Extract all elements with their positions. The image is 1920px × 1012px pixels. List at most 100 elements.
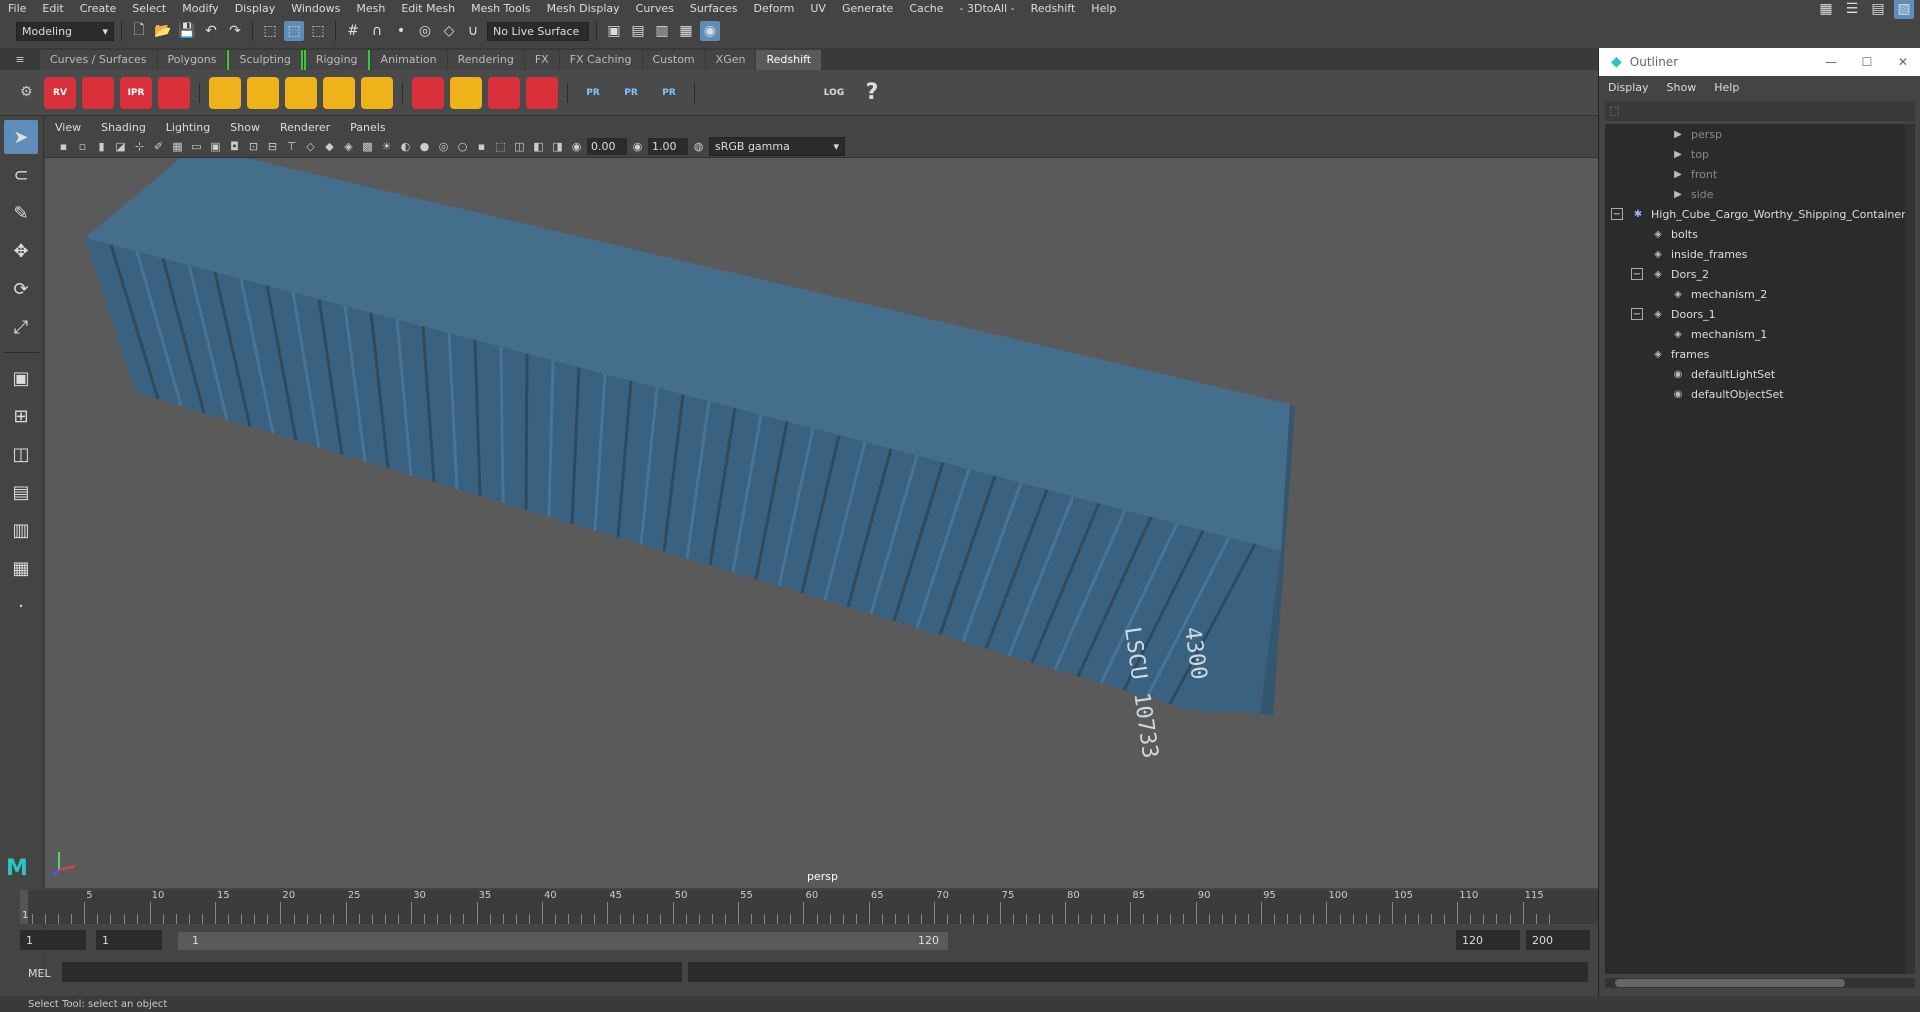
workspace-layout-icon[interactable]: ▦ [1816,0,1836,19]
rs-sphere-icon[interactable] [526,76,558,109]
spotlight-icon[interactable] [285,76,317,109]
menu-mesh-tools[interactable]: Mesh Tools [463,2,539,15]
outliner-item[interactable]: ◈ mechanism_2 [1671,284,1767,304]
image-plane-icon[interactable]: ◪ [112,138,129,155]
uv-layout-icon[interactable]: ▦ [4,551,38,585]
redshift-batch-icon[interactable] [82,76,114,109]
panel-menu-show[interactable]: Show [220,121,270,134]
outliner-item[interactable]: ◉ defaultLightSet [1671,364,1776,384]
depth-of-field-icon[interactable]: ▪ [473,138,490,155]
outliner-item[interactable]: ▶ front [1671,164,1717,184]
select-object-icon[interactable]: ⬚ [284,21,304,41]
collapse-toggle-icon[interactable]: − [1631,268,1643,280]
maximize-icon[interactable]: ☐ [1849,55,1885,69]
outliner-horizontal-scrollbar[interactable] [1605,978,1915,988]
four-pane-layout-icon[interactable]: ⊞ [4,399,38,433]
rs-cube-icon[interactable] [412,76,444,109]
panel-menu-lighting[interactable]: Lighting [156,121,220,134]
bookmark-icon[interactable]: ▮ [93,138,110,155]
redshift-settings-icon[interactable] [158,76,190,109]
outliner-item[interactable]: ◈ mechanism_1 [1671,324,1767,344]
outliner-item[interactable]: ▶ persp [1671,124,1722,144]
exposure-icon[interactable]: ◉ [568,138,585,155]
2d-pan-zoom-icon[interactable]: ⊹ [131,138,148,155]
gate-mask-icon[interactable]: ◘ [226,138,243,155]
redshift-rv-icon[interactable]: RV [44,76,76,109]
select-hierarchy-icon[interactable]: ⬚ [260,21,280,41]
film-gate-icon[interactable]: ▭ [188,138,205,155]
gamma-field[interactable]: 1.00 [648,138,688,155]
outliner-menu-display[interactable]: Display [1599,81,1658,94]
magnet-icon[interactable]: ∪ [463,21,483,41]
use-all-lights-icon[interactable]: ☀ [378,138,395,155]
safe-action-icon[interactable]: ⊟ [264,138,281,155]
material-bowl2-icon[interactable] [742,77,774,109]
resolution-gate-icon[interactable]: ▣ [207,138,224,155]
command-language-label[interactable]: MEL [28,967,51,980]
menu-help[interactable]: Help [1083,2,1124,15]
smooth-shade-icon[interactable]: ◆ [321,138,338,155]
playback-start-field[interactable]: 1 [96,930,162,950]
isolate-select-icon[interactable]: ⬚ [492,138,509,155]
snap-grid-icon[interactable]: # [343,21,363,41]
shelf-tab-redshift[interactable]: Redshift [756,50,822,70]
light-diamond-icon[interactable] [209,76,241,109]
menu-mesh-display[interactable]: Mesh Display [539,2,628,15]
redshift-ipr-icon[interactable]: IPR [120,76,152,109]
shadows-icon[interactable]: ◐ [397,138,414,155]
menu-generate[interactable]: Generate [834,2,901,15]
channel-box-icon[interactable]: ▤ [1868,0,1888,19]
start-time-field[interactable]: 1 [20,930,86,950]
sun-sky-icon[interactable] [361,76,393,109]
anti-aliasing-icon[interactable]: ○ [454,138,471,155]
color-management-icon[interactable]: ◍ [690,138,707,155]
attribute-editor-icon[interactable]: ▧ [1894,0,1914,19]
outliner-item[interactable]: ◈ inside_frames [1651,244,1747,264]
menu-windows[interactable]: Windows [283,2,348,15]
shelf-menu-icon[interactable]: ≡ [0,48,40,70]
exposure-field[interactable]: 0.00 [587,138,627,155]
shelf-tab-rigging[interactable]: Rigging [303,50,370,70]
proxy-import-icon[interactable]: PR [615,77,647,109]
shelf-tab-sculpting[interactable]: Sculpting [227,50,303,70]
two-pane-layout-icon[interactable]: ◫ [4,437,38,471]
select-tool-icon[interactable]: ➤ [4,120,38,154]
outliner-item[interactable]: ◉ defaultObjectSet [1671,384,1784,404]
time-slider[interactable]: 1 5 10 15 20 25 30 35 40 45 50 55 60 65 70 75 80 85 90 95 1… [20,890,1600,924]
menu-3dtoall[interactable]: - 3DtoAll - [952,2,1023,15]
outliner-item[interactable]: ✱ High_Cube_Cargo_Worthy_Shipping_Contain… [1631,204,1911,224]
shelf-tab-polygons[interactable]: Polygons [157,50,227,70]
wireframe-on-shaded-icon[interactable]: ◈ [340,138,357,155]
panel-menu-renderer[interactable]: Renderer [270,121,340,134]
shelf-tab-curves-surfaces[interactable]: Curves / Surfaces [40,50,157,70]
outliner-item[interactable]: ▶ side [1671,184,1713,204]
save-scene-icon[interactable]: 💾 [177,21,197,41]
material-bowl-icon[interactable] [704,77,736,109]
snap-view-icon[interactable]: ◎ [415,21,435,41]
panel-menu-view[interactable]: View [45,121,91,134]
code-window-icon[interactable] [780,77,812,109]
undo-icon[interactable]: ↶ [201,21,221,41]
xray-icon[interactable]: ◫ [511,138,528,155]
log-icon[interactable]: LOG [818,77,850,109]
menu-deform[interactable]: Deform [745,2,802,15]
minimize-icon[interactable]: — [1813,55,1849,69]
menu-edit[interactable]: Edit [34,2,71,15]
more-layouts-icon[interactable]: · [4,589,38,623]
move-tool-icon[interactable]: ✥ [4,234,38,268]
single-pane-layout-icon[interactable]: ▣ [4,361,38,395]
menu-curves[interactable]: Curves [628,2,682,15]
menu-file[interactable]: File [0,2,34,15]
outliner-item[interactable]: ▶ top [1671,144,1709,164]
menu-modify[interactable]: Modify [174,2,226,15]
grid-icon[interactable]: ▦ [169,138,186,155]
lasso-tool-icon[interactable]: ⊂ [4,158,38,192]
proxy-swap-icon[interactable]: PR [653,77,685,109]
outliner-item[interactable]: ◈ Doors_1 [1651,304,1716,324]
shelf-gear-icon[interactable]: ⚙ [20,84,33,100]
outliner-item[interactable]: ◈ bolts [1651,224,1698,244]
snap-surface-icon[interactable]: ◇ [439,21,459,41]
hypershade-icon[interactable]: ◉ [700,21,720,41]
render-settings-icon[interactable]: ▣ [604,21,624,41]
scrollbar-thumb[interactable] [1615,979,1845,987]
